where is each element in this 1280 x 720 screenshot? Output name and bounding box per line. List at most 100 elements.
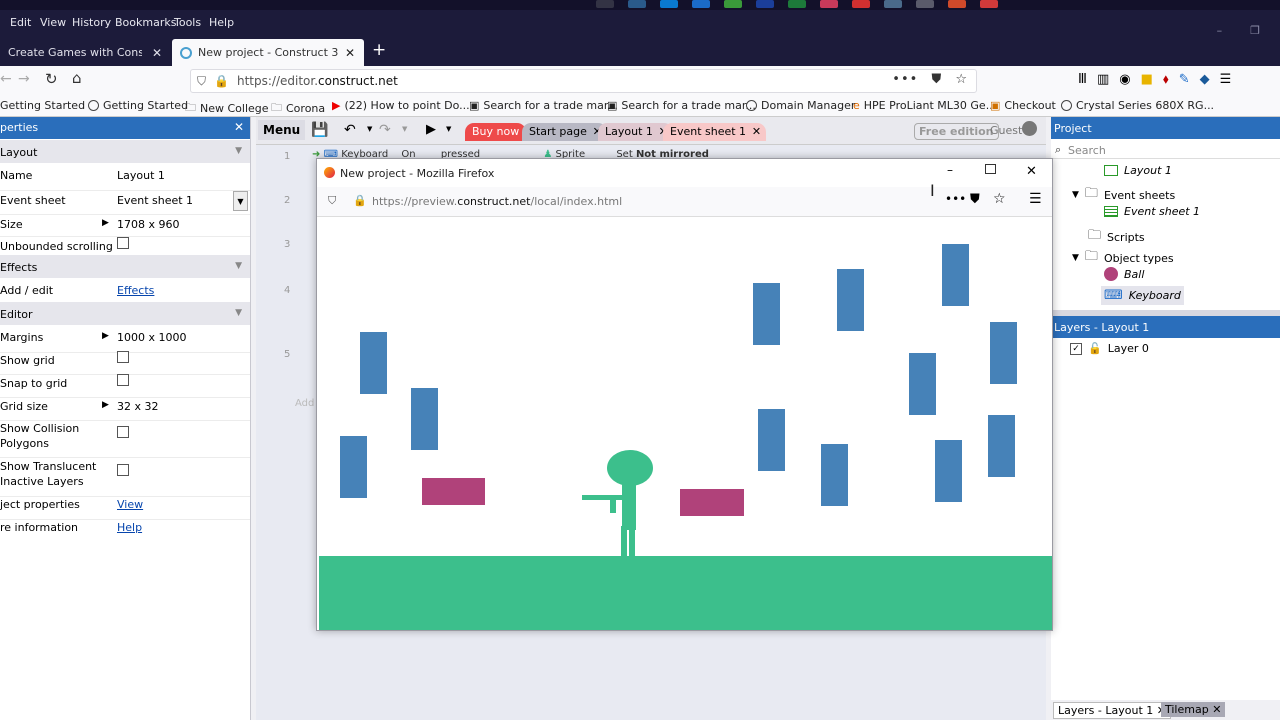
bookmark-item[interactable]: e HPE ProLiant ML30 Ge... — [853, 99, 996, 112]
chevron-down-icon[interactable]: ▼ — [1072, 253, 1079, 263]
chevron-down-icon[interactable]: ▼ — [402, 125, 407, 133]
menu-tools[interactable]: Tools — [174, 16, 201, 29]
taskbar-app-icon[interactable] — [660, 0, 678, 8]
guest-label[interactable]: Guest — [990, 124, 1022, 137]
close-icon[interactable]: ✕ — [234, 120, 244, 134]
bookmark-item[interactable]: ▣ Checkout — [990, 99, 1056, 112]
prop-event-sheet[interactable]: Event sheet Event sheet 1 ▼ — [0, 191, 250, 215]
bookmark-item[interactable]: ▣ Search for a trade mar... — [469, 99, 618, 112]
add-event-link[interactable]: Add — [295, 398, 314, 409]
tree-item-keyboard[interactable]: ⌨ Keyboard — [1101, 286, 1184, 305]
prop-more-info[interactable]: re information Help — [0, 520, 250, 542]
prop-show-grid[interactable]: Show grid — [0, 351, 250, 375]
home-icon[interactable]: ⌂ — [72, 69, 82, 87]
tree-item-scripts[interactable]: 🗀 Scripts — [1088, 226, 1145, 248]
hamburger-menu-icon[interactable]: ☰ — [1220, 72, 1232, 87]
redo-icon[interactable]: ↷ — [379, 122, 391, 138]
minimize-icon[interactable]: – — [947, 163, 953, 177]
prop-margins[interactable]: Margins ▶ 1000 x 1000 — [0, 331, 250, 353]
close-icon[interactable]: ✕ — [1026, 164, 1037, 179]
game-canvas[interactable] — [317, 217, 1052, 630]
menu-edit[interactable]: Edit — [10, 16, 31, 29]
expand-triangle-icon[interactable]: ▶ — [102, 218, 109, 228]
checkbox-checked[interactable]: ✓ — [1070, 342, 1082, 355]
bookmark-item[interactable]: Crystal Series 680X RG... — [1061, 99, 1214, 112]
free-edition-badge[interactable]: Free edition — [914, 123, 999, 140]
prop-grid-size[interactable]: Grid size ▶ 32 x 32 — [0, 399, 250, 421]
prop-show-translucent[interactable]: Show Translucent Inactive Layers — [0, 459, 250, 497]
extension-icon[interactable]: ■ — [1141, 72, 1153, 87]
taskbar-app-icon[interactable] — [980, 0, 998, 8]
bookmark-item[interactable]: Getting Started — [0, 99, 85, 112]
avatar[interactable] — [1022, 121, 1037, 136]
play-icon[interactable]: ▶ — [426, 122, 436, 137]
tab-layers[interactable]: Layers - Layout 1 ✕ — [1053, 702, 1171, 719]
bookmark-item[interactable]: ▶ (22) How to point Do... — [332, 99, 470, 112]
taskbar-app-icon[interactable] — [884, 0, 902, 8]
menu-help[interactable]: Help — [209, 16, 234, 29]
restore-icon[interactable]: ❐ — [1250, 24, 1260, 37]
prop-size[interactable]: Size ▶ 1708 x 960 — [0, 215, 250, 237]
chevron-down-icon[interactable]: ▼ — [367, 125, 372, 133]
tree-item-object-types[interactable]: ▼ 🗀 Object types — [1072, 247, 1174, 269]
taskbar-app-icon[interactable] — [724, 0, 742, 8]
tab-create-games[interactable]: Create Games with Construct 3 ✕ — [0, 39, 170, 66]
menu-button[interactable]: Menu — [258, 120, 306, 140]
bookmark-star-icon[interactable]: ☆ — [955, 72, 968, 87]
preview-url[interactable]: https://preview.construct.net/local/inde… — [372, 195, 622, 208]
help-link[interactable]: Help — [117, 521, 142, 534]
taskbar-app-icon[interactable] — [628, 0, 646, 8]
section-layout[interactable]: Layout ▼ — [0, 140, 250, 163]
close-icon[interactable]: ✕ — [345, 46, 355, 60]
expand-triangle-icon[interactable]: ▶ — [102, 331, 109, 341]
pdf-icon[interactable]: ⬧ — [1163, 72, 1169, 87]
bookmark-star-icon[interactable]: ☆ — [993, 191, 1006, 207]
tree-item-ball[interactable]: Ball — [1104, 267, 1144, 281]
tab-tilemap[interactable]: Tilemap ✕ — [1161, 702, 1226, 717]
chevron-down-icon[interactable]: ▼ — [446, 125, 451, 133]
bookmark-item[interactable]: Domain Manager — [746, 99, 855, 112]
section-editor[interactable]: Editor ▼ — [0, 302, 250, 325]
menu-bookmarks[interactable]: Bookmarks — [115, 16, 176, 29]
tab-buy-now[interactable]: Buy now — [465, 123, 527, 141]
search-input[interactable]: Search — [1068, 144, 1106, 157]
effects-link[interactable]: Effects — [117, 284, 154, 297]
menu-history[interactable]: History — [72, 16, 111, 29]
bookmark-item[interactable]: ▣ Search for a trade mar... — [607, 99, 756, 112]
view-link[interactable]: View — [117, 498, 143, 511]
pocket-icon[interactable]: ⛊ — [970, 192, 980, 207]
checkbox[interactable] — [117, 464, 129, 479]
bookmark-item[interactable]: 🗀 Corona — [271, 99, 325, 118]
checkbox[interactable] — [117, 374, 129, 389]
taskbar-app-icon[interactable] — [916, 0, 934, 8]
preview-window[interactable]: New project - Mozilla Firefox – ✕ ⛉ 🔒 ht… — [316, 158, 1053, 631]
save-icon[interactable]: 💾 — [311, 122, 328, 138]
layer-row[interactable]: ✓ 🔓 Layer 0 — [1070, 342, 1149, 355]
prop-show-collision[interactable]: Show Collision Polygons — [0, 421, 250, 458]
checkbox[interactable] — [117, 237, 129, 252]
taskbar-app-icon[interactable] — [692, 0, 710, 8]
prop-snap-grid[interactable]: Snap to grid — [0, 374, 250, 398]
tree-item-event-sheet1[interactable]: Event sheet 1 — [1104, 205, 1200, 218]
maximize-icon[interactable] — [985, 164, 996, 174]
tree-item-layout1[interactable]: Layout 1 — [1104, 164, 1172, 177]
section-effects[interactable]: Effects ▼ — [0, 255, 250, 278]
extension-icon[interactable]: ✎ — [1179, 72, 1190, 87]
preview-titlebar[interactable]: New project - Mozilla Firefox – ✕ — [317, 159, 1052, 187]
prop-name[interactable]: Name Layout 1 — [0, 169, 250, 191]
prop-object-properties[interactable]: ject properties View — [0, 498, 250, 520]
more-icon[interactable]: ••• — [892, 72, 918, 87]
minimize-icon[interactable]: – — [1217, 24, 1223, 37]
expand-triangle-icon[interactable]: ▶ — [102, 400, 109, 410]
tab-start-page[interactable]: Start page✕ — [522, 123, 607, 141]
extension-icon[interactable]: ◉ — [1119, 72, 1130, 87]
extension-icon[interactable]: ◆ — [1200, 72, 1210, 87]
close-icon[interactable]: ✕ — [752, 125, 761, 138]
preview-address-bar[interactable]: ⛉ 🔒 https://preview.construct.net/local/… — [317, 187, 1052, 217]
search-bar[interactable]: ⌕ Search — [1051, 141, 1280, 159]
chevron-down-icon[interactable]: ▼ — [1072, 190, 1079, 200]
taskbar-app-icon[interactable] — [756, 0, 774, 8]
tab-layout-1[interactable]: Layout 1✕ — [598, 123, 673, 141]
tab-new-project[interactable]: New project - Construct 3 ✕ — [172, 39, 364, 66]
taskbar-app-icon[interactable] — [788, 0, 806, 8]
